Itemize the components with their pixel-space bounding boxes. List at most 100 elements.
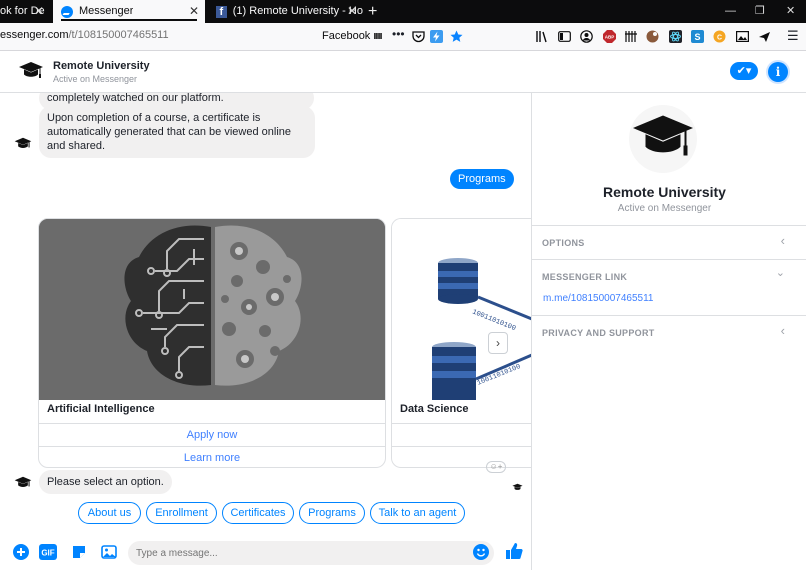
message-text: Programs	[458, 173, 506, 185]
messenger-favicon-icon	[61, 5, 73, 18]
svg-text:GIF: GIF	[41, 549, 54, 558]
conversation-status: Active on Messenger	[53, 74, 138, 84]
site-badge[interactable]: Facebook ıııı	[322, 30, 383, 42]
tab-remote-university-home[interactable]: f (1) Remote University - Home ✕	[208, 0, 363, 23]
tab-messenger[interactable]: Messenger ✕	[53, 0, 205, 23]
react-smiley-icon[interactable]: ☺+	[486, 461, 506, 473]
message-input[interactable]	[128, 541, 494, 565]
extension-image-icon[interactable]	[736, 30, 749, 43]
photo-icon[interactable]	[101, 544, 117, 560]
browser-tab-bar: ok for De ✕ Messenger ✕ f (1) Remote Uni…	[0, 0, 806, 23]
sender-avatar-cap-icon	[14, 476, 32, 487]
ai-brain-image	[39, 219, 385, 400]
extension-react-icon[interactable]	[669, 30, 682, 43]
extension-s-icon[interactable]: S	[691, 30, 704, 43]
conversation-name: Remote University	[53, 60, 150, 72]
profile-avatar	[629, 105, 697, 173]
quick-reply-enrollment[interactable]: Enrollment	[146, 502, 217, 524]
graduation-cap-icon	[19, 62, 43, 78]
thumbs-up-icon[interactable]	[505, 542, 523, 560]
extension-cookie-icon[interactable]	[646, 30, 659, 43]
conversation-header: Remote University Active on Messenger	[0, 51, 806, 93]
url-domain: essenger.com	[0, 29, 69, 41]
minimize-icon[interactable]: —	[725, 0, 736, 23]
sticker-icon[interactable]	[71, 544, 87, 560]
menu-icon[interactable]: ☰	[787, 28, 800, 43]
quick-reply-talk-to-agent[interactable]: Talk to an agent	[370, 502, 465, 524]
extension-bars-icon[interactable]	[625, 30, 638, 43]
privacy-support-section[interactable]: PRIVACY AND SUPPORT ‹	[532, 315, 806, 349]
messenger-link-title: MESSENGER LINK	[542, 272, 628, 282]
message-bubble: Upon completion of a course, a certifica…	[39, 106, 315, 158]
options-section[interactable]: OPTIONS ‹	[532, 225, 806, 259]
tab-facebook-developers[interactable]: ok for De ✕	[0, 0, 52, 23]
sidebar-icon[interactable]	[558, 30, 571, 43]
tab-close-icon[interactable]: ✕	[347, 0, 357, 23]
sent-message-bubble: Programs	[450, 169, 514, 189]
emoji-icon[interactable]	[473, 544, 489, 560]
message-thread[interactable]: completely watched on our platform. Upon…	[0, 93, 531, 570]
pocket-icon[interactable]	[412, 30, 425, 43]
url-path: /t/108150007465511	[68, 29, 169, 41]
options-title: OPTIONS	[542, 238, 585, 248]
messenger-link-section[interactable]: MESSENGER LINK ⌄	[532, 259, 806, 315]
chevron-down-icon: ⌄	[775, 267, 785, 279]
learn-more-button[interactable]: Learn more	[39, 446, 385, 467]
browser-toolbar: essenger.com/t/108150007465511 Facebook …	[0, 23, 806, 51]
site-badge-label: Facebook	[322, 30, 371, 42]
data-science-image: 10011010100 10011010100	[392, 219, 531, 400]
chevron-left-icon: ‹	[780, 323, 785, 338]
facebook-favicon-icon: f	[216, 5, 227, 18]
sender-avatar-cap-icon	[14, 137, 32, 148]
svg-text:S: S	[694, 32, 700, 42]
tab-close-icon[interactable]: ✕	[189, 0, 199, 23]
svg-text:ABP: ABP	[605, 35, 615, 40]
quick-reply-certificates[interactable]: Certificates	[222, 502, 294, 524]
card-button[interactable]	[392, 423, 531, 445]
gif-icon[interactable]: GIF	[39, 544, 57, 560]
new-tab-icon[interactable]: +	[368, 0, 377, 23]
privacy-title: PRIVACY AND SUPPORT	[542, 328, 655, 338]
message-text: Upon completion of a course, a certifica…	[47, 112, 291, 152]
tab-close-icon[interactable]: ✕	[34, 0, 44, 23]
chevron-left-icon: ‹	[780, 233, 785, 248]
restore-icon[interactable]: ❐	[755, 0, 765, 23]
checkmark-menu-button[interactable]: ✔▾	[730, 62, 758, 80]
info-icon[interactable]: i	[768, 62, 788, 82]
program-card[interactable]: Artificial Intelligence Apply now Learn …	[38, 218, 386, 468]
read-receipt-cap-icon	[512, 483, 523, 490]
window-close-icon[interactable]: ✕	[786, 0, 795, 23]
quick-reply-programs[interactable]: Programs	[299, 502, 365, 524]
extension-c-icon[interactable]: C	[713, 30, 726, 43]
message-text: completely watched on our platform.	[47, 93, 224, 104]
profile-name: Remote University	[603, 184, 726, 200]
adblock-icon[interactable]: ABP	[603, 30, 616, 43]
card-title: Artificial Intelligence	[47, 403, 155, 415]
binary-text: 10011010100	[471, 308, 517, 333]
card-title: Data Science	[400, 403, 469, 415]
svg-text:C: C	[717, 35, 722, 42]
apply-now-button[interactable]: Apply now	[39, 423, 385, 445]
message-bubble: Please select an option.	[39, 470, 172, 494]
container-icon: ıııı	[373, 30, 382, 42]
quick-reply-about-us[interactable]: About us	[78, 502, 141, 524]
brain-illustration-icon	[39, 219, 385, 400]
messenger-link[interactable]: m.me/108150007465511	[543, 293, 653, 304]
database-illustration-icon: 10011010100 10011010100	[432, 258, 531, 400]
program-card[interactable]: 10011010100 10011010100 Data Science	[391, 218, 531, 468]
tab-label: (1) Remote University - Home	[232, 5, 363, 17]
address-bar[interactable]: essenger.com/t/108150007465511	[0, 29, 169, 41]
profile-status: Active on Messenger	[617, 203, 712, 214]
tab-label: Messenger	[79, 5, 134, 17]
library-icon[interactable]	[536, 30, 549, 43]
add-plus-icon[interactable]	[13, 544, 29, 560]
page-actions-icon[interactable]: •••	[392, 27, 405, 41]
carousel-next-chevron-icon[interactable]: ›	[488, 332, 508, 354]
lightning-icon[interactable]	[430, 30, 443, 43]
conversation-info-panel: Remote University Active on Messenger OP…	[531, 93, 806, 570]
graduation-cap-icon	[633, 115, 693, 156]
extension-plane-icon[interactable]	[758, 30, 771, 43]
card-button[interactable]	[392, 446, 531, 467]
account-icon[interactable]	[580, 30, 593, 43]
bookmark-star-icon[interactable]	[450, 30, 463, 43]
